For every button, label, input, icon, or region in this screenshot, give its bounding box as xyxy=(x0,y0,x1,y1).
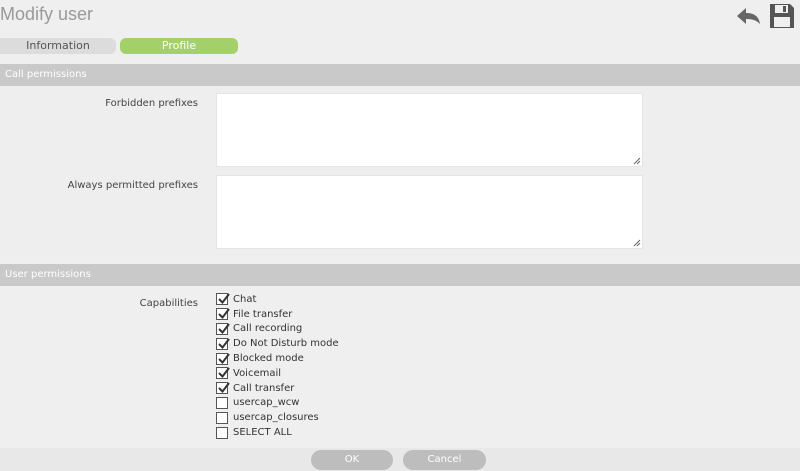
tab-bar: Information Profile xyxy=(0,38,238,54)
always-permitted-prefixes-input[interactable] xyxy=(216,175,643,249)
resize-grip-icon[interactable] xyxy=(633,239,641,247)
checkbox-checked[interactable] xyxy=(216,352,230,365)
user-permissions-header: User permissions xyxy=(0,264,800,286)
checkmark-icon xyxy=(218,293,230,305)
checkbox-checked[interactable] xyxy=(216,293,230,306)
capability-voicemail[interactable]: Voicemail xyxy=(216,366,339,381)
checkbox-checked[interactable] xyxy=(216,367,230,380)
capability-chat[interactable]: Chat xyxy=(216,292,339,307)
checkmark-icon xyxy=(218,367,230,379)
undo-arrow-icon[interactable] xyxy=(736,5,762,27)
capabilities-list: Chat File transfer Call recording Do Not… xyxy=(216,292,339,440)
forbidden-prefixes-input[interactable] xyxy=(216,93,643,167)
forbidden-prefixes-label: Forbidden prefixes xyxy=(105,98,198,109)
capability-do-not-disturb[interactable]: Do Not Disturb mode xyxy=(216,336,339,351)
checkmark-icon xyxy=(218,352,230,364)
capability-usercap-closures[interactable]: usercap_closures xyxy=(216,410,339,425)
checkbox-checked[interactable] xyxy=(216,337,230,350)
checkbox[interactable] xyxy=(216,411,228,424)
capability-file-transfer[interactable]: File transfer xyxy=(216,307,339,322)
cancel-button[interactable]: Cancel xyxy=(403,450,486,470)
ok-button[interactable]: OK xyxy=(311,450,393,470)
capability-blocked-mode[interactable]: Blocked mode xyxy=(216,351,339,366)
checkmark-icon xyxy=(218,338,230,349)
resize-grip-icon[interactable] xyxy=(633,157,641,165)
checkbox[interactable] xyxy=(216,396,228,409)
checkmark-icon xyxy=(218,323,230,334)
tab-profile[interactable]: Profile xyxy=(120,38,238,54)
capability-select-all[interactable]: SELECT ALL xyxy=(216,425,339,440)
checkmark-icon xyxy=(218,308,230,320)
header-actions xyxy=(736,2,796,30)
floppy-disk-icon[interactable] xyxy=(768,2,796,30)
checkbox-checked[interactable] xyxy=(216,308,230,321)
capability-call-transfer[interactable]: Call transfer xyxy=(216,381,339,396)
capability-call-recording[interactable]: Call recording xyxy=(216,322,339,337)
page-title: Modify user xyxy=(0,4,94,24)
tab-information[interactable]: Information xyxy=(0,38,116,54)
capabilities-label: Capabilities xyxy=(139,298,198,309)
footer-bar xyxy=(0,448,800,471)
checkmark-icon xyxy=(218,382,230,394)
call-permissions-header: Call permissions xyxy=(0,64,800,86)
capability-usercap-wcw[interactable]: usercap_wcw xyxy=(216,396,339,411)
checkbox-checked[interactable] xyxy=(216,322,230,335)
checkbox-checked[interactable] xyxy=(216,382,230,395)
always-permitted-prefixes-label: Always permitted prefixes xyxy=(67,180,198,191)
checkbox[interactable] xyxy=(216,426,228,439)
